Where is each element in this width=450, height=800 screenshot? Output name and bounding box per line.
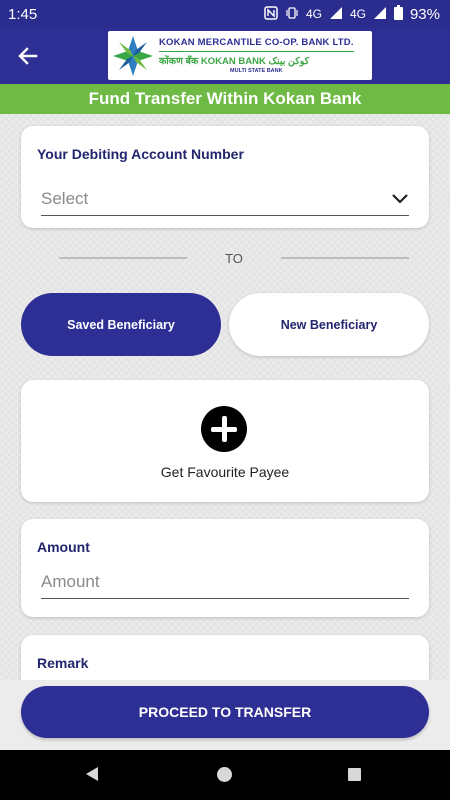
page-title: Fund Transfer Within Kokan Bank	[0, 84, 450, 114]
debit-account-label: Your Debiting Account Number	[37, 146, 244, 162]
remark-card: Remark	[21, 635, 429, 680]
chevron-down-icon	[392, 193, 408, 204]
remark-label: Remark	[37, 655, 89, 671]
signal-icon-2	[373, 6, 387, 23]
transfer-form: Your Debiting Account Number Select TO S…	[0, 114, 450, 680]
to-label: TO	[225, 250, 243, 266]
proceed-to-transfer-button[interactable]: PROCEED TO TRANSFER	[21, 686, 429, 738]
logo-line-2: कोंकण बँक KOKAN BANK کوکن بینک	[159, 51, 354, 67]
network-type-label-2: 4G	[349, 7, 366, 21]
arrow-left-icon	[18, 47, 38, 65]
amount-label: Amount	[37, 539, 90, 555]
saved-beneficiary-tab[interactable]: Saved Beneficiary	[21, 293, 221, 356]
amount-card: Amount Amount	[21, 519, 429, 617]
debit-account-placeholder: Select	[41, 188, 89, 208]
nav-home-icon[interactable]	[217, 767, 232, 782]
bank-logo-mark-icon	[113, 35, 153, 76]
add-circle-icon[interactable]	[201, 406, 247, 452]
status-time: 1:45	[8, 5, 38, 23]
debit-account-select[interactable]: Select	[41, 182, 409, 216]
status-bar: 1:45 4G 4G 93%	[0, 0, 450, 28]
bank-logo: KOKAN MERCANTILE CO-OP. BANK LTD. कोंकण …	[108, 31, 372, 80]
favourite-payee-label: Get Favourite Payee	[160, 464, 290, 480]
battery-percent: 93%	[409, 5, 440, 23]
vibrate-icon	[285, 6, 299, 23]
logo-line-3: MULTI STATE BANK	[230, 68, 283, 74]
network-type-label: 4G	[305, 7, 322, 21]
back-button[interactable]	[14, 42, 42, 70]
system-nav-bar	[0, 750, 450, 800]
to-divider: TO	[59, 250, 409, 266]
app-bar: KOKAN MERCANTILE CO-OP. BANK LTD. कोंकण …	[0, 28, 450, 84]
nav-back-icon[interactable]	[86, 767, 98, 781]
status-icons: 4G 4G 93%	[264, 5, 440, 23]
amount-input[interactable]: Amount	[41, 565, 409, 599]
nfc-icon	[264, 5, 278, 23]
new-beneficiary-tab[interactable]: New Beneficiary	[229, 293, 429, 356]
battery-icon	[393, 5, 403, 23]
logo-line-1: KOKAN MERCANTILE CO-OP. BANK LTD.	[159, 37, 354, 48]
amount-placeholder: Amount	[41, 571, 100, 591]
nav-recents-icon[interactable]	[348, 768, 361, 781]
debit-account-card: Your Debiting Account Number Select	[21, 126, 429, 228]
favourite-payee-card[interactable]: Get Favourite Payee	[21, 380, 429, 502]
signal-icon	[329, 6, 343, 23]
divider-line-right	[281, 257, 409, 259]
divider-line-left	[59, 257, 187, 259]
